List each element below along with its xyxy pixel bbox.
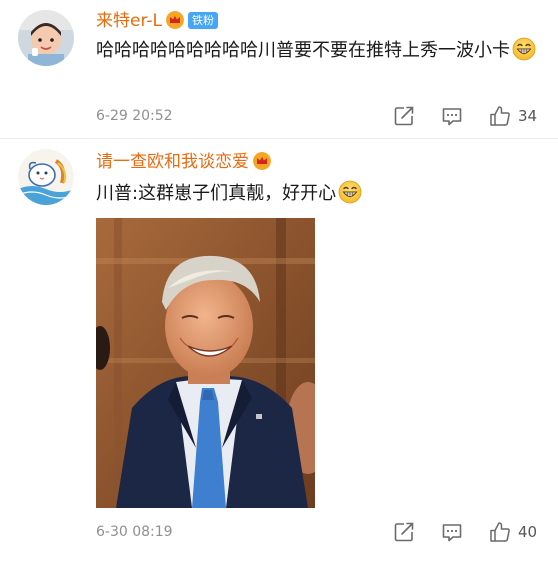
username[interactable]: 请一查欧和我谈恋爱 [96,151,271,173]
username-text[interactable]: 请一查欧和我谈恋爱 [96,152,249,172]
like-icon [490,522,510,542]
comment-text-content: 川普:这群崽子们真靓，好开心 [96,183,337,204]
comment-item: 请一查欧和我谈恋爱 川普:这群崽子们真靓，好开心 6-30 08:19 40 [0,138,558,563]
share-icon [394,106,414,126]
timestamp: 6-29 20:52 [96,108,173,124]
comment-item: 来特er-L 铁粉 哈哈哈哈哈哈哈哈哈川普要不要在推特上秀一波小卡 6-29 2… [0,0,558,138]
like-count: 34 [518,107,538,125]
grin-emoji-icon [338,180,362,204]
share-button[interactable] [392,104,416,128]
comment-text: 哈哈哈哈哈哈哈哈哈川普要不要在推特上秀一波小卡 [96,36,536,66]
fan-badge: 铁粉 [187,12,218,29]
baby-avatar-icon [18,10,74,66]
username-text[interactable]: 来特er-L [96,11,162,31]
avatar[interactable] [18,10,74,66]
crown-vip-icon [165,11,184,29]
comment-icon [442,108,462,126]
action-bar: 40 [368,520,540,544]
action-bar: 34 [368,104,540,128]
share-button[interactable] [392,520,416,544]
like-button[interactable] [488,520,512,544]
like-count: 40 [518,523,538,541]
comment-icon [442,524,462,542]
like-icon [490,106,510,126]
reply-button[interactable] [440,104,464,128]
comment-text: 川普:这群崽子们真靓，好开心 [96,179,536,209]
comment-text-content: 哈哈哈哈哈哈哈哈哈川普要不要在推特上秀一波小卡 [96,40,510,61]
share-icon [394,522,414,542]
username[interactable]: 来特er-L 铁粉 [96,10,218,32]
illustrated-bird-avatar-icon [18,149,74,205]
like-button[interactable] [488,104,512,128]
smiling-man-photo-icon [96,218,315,508]
grin-emoji-icon [512,37,536,61]
reply-button[interactable] [440,520,464,544]
crown-vip-icon [253,152,271,170]
timestamp: 6-30 08:19 [96,524,173,540]
avatar[interactable] [18,149,74,205]
comment-photo[interactable] [96,218,315,508]
